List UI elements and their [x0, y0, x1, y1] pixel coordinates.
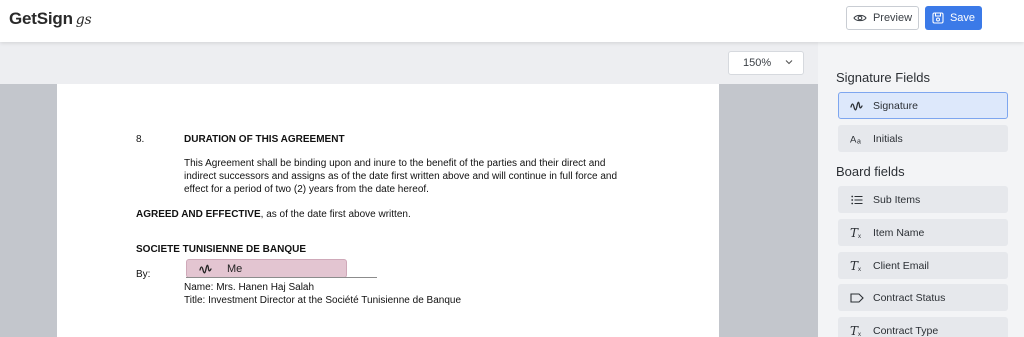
svg-text:a: a	[857, 138, 861, 145]
zoom-select[interactable]: 150%	[728, 51, 804, 75]
signature-fields-heading: Signature Fields	[836, 70, 930, 85]
logo-text: GetSign	[9, 9, 73, 28]
field-item-name[interactable]: T x Item Name	[838, 219, 1008, 246]
board-fields-heading: Board fields	[836, 164, 905, 179]
svg-text:x: x	[858, 332, 861, 337]
field-label: Item Name	[873, 226, 925, 239]
field-sub-items[interactable]: Sub Items	[838, 186, 1008, 213]
eye-icon	[853, 13, 867, 23]
fields-sidebar: Signature Fields Signature A a Initials …	[818, 42, 1024, 337]
field-label: Client Email	[873, 259, 930, 272]
signature-icon	[199, 263, 215, 275]
zoom-value: 150%	[743, 57, 772, 69]
list-icon	[850, 193, 864, 207]
signer-name: Name: Mrs. Hanen Haj Salah	[184, 282, 315, 293]
paragraph-line: indirect successors and assigns as of th…	[184, 171, 618, 182]
preview-button[interactable]: Preview	[846, 6, 919, 30]
save-button[interactable]: Save	[925, 6, 982, 30]
agreed-bold: AGREED AND EFFECTIVE	[136, 209, 261, 220]
svg-text:x: x	[858, 267, 861, 272]
svg-text:x: x	[858, 234, 861, 239]
signature-field-label: Me	[227, 262, 243, 275]
field-label: Contract Type	[873, 324, 939, 337]
by-label: By:	[136, 269, 151, 280]
field-contract-status[interactable]: Contract Status	[838, 284, 1008, 311]
tag-icon	[850, 291, 864, 305]
field-contract-type[interactable]: T x Contract Type	[838, 317, 1008, 337]
signature-field-placed[interactable]: Me	[186, 259, 347, 278]
agreed-rest: , as of the date first above written.	[260, 209, 411, 220]
field-label: Contract Status	[873, 291, 946, 304]
svg-text:A: A	[850, 134, 857, 145]
text-format-icon: T x	[850, 226, 864, 240]
text-format-icon: T x	[850, 259, 864, 273]
paragraph-line: effect for a period of two (2) years fro…	[184, 184, 429, 195]
field-client-email[interactable]: T x Client Email	[838, 252, 1008, 279]
chevron-down-icon	[784, 57, 794, 67]
section-number: 8.	[136, 134, 145, 145]
save-label: Save	[949, 12, 976, 24]
logo-mark: gs	[75, 12, 92, 28]
zoom-toolbar: 150%	[0, 42, 818, 84]
top-header: GetSign gs Preview Save	[0, 0, 1024, 42]
field-initials[interactable]: A a Initials	[838, 125, 1008, 152]
app-logo[interactable]: GetSign gs	[9, 9, 92, 29]
text-format-icon: T x	[850, 324, 864, 337]
field-label: Initials	[873, 132, 903, 145]
preview-label: Preview	[872, 12, 913, 24]
signature-icon	[850, 99, 864, 113]
paragraph-line: This Agreement shall be binding upon and…	[184, 158, 606, 169]
section-title: DURATION OF THIS AGREEMENT	[184, 134, 345, 145]
field-label: Sub Items	[873, 193, 921, 206]
save-icon	[932, 12, 944, 24]
signer-title: Title: Investment Director at the Sociét…	[184, 295, 462, 306]
agreed-statement: AGREED AND EFFECTIVE, as of the date fir…	[136, 208, 411, 221]
signature-line	[186, 277, 377, 278]
field-label: Signature	[873, 99, 918, 112]
company-name: SOCIETE TUNISIENNE DE BANQUE	[136, 244, 307, 255]
field-signature[interactable]: Signature	[838, 92, 1008, 119]
initials-icon: A a	[850, 132, 864, 146]
